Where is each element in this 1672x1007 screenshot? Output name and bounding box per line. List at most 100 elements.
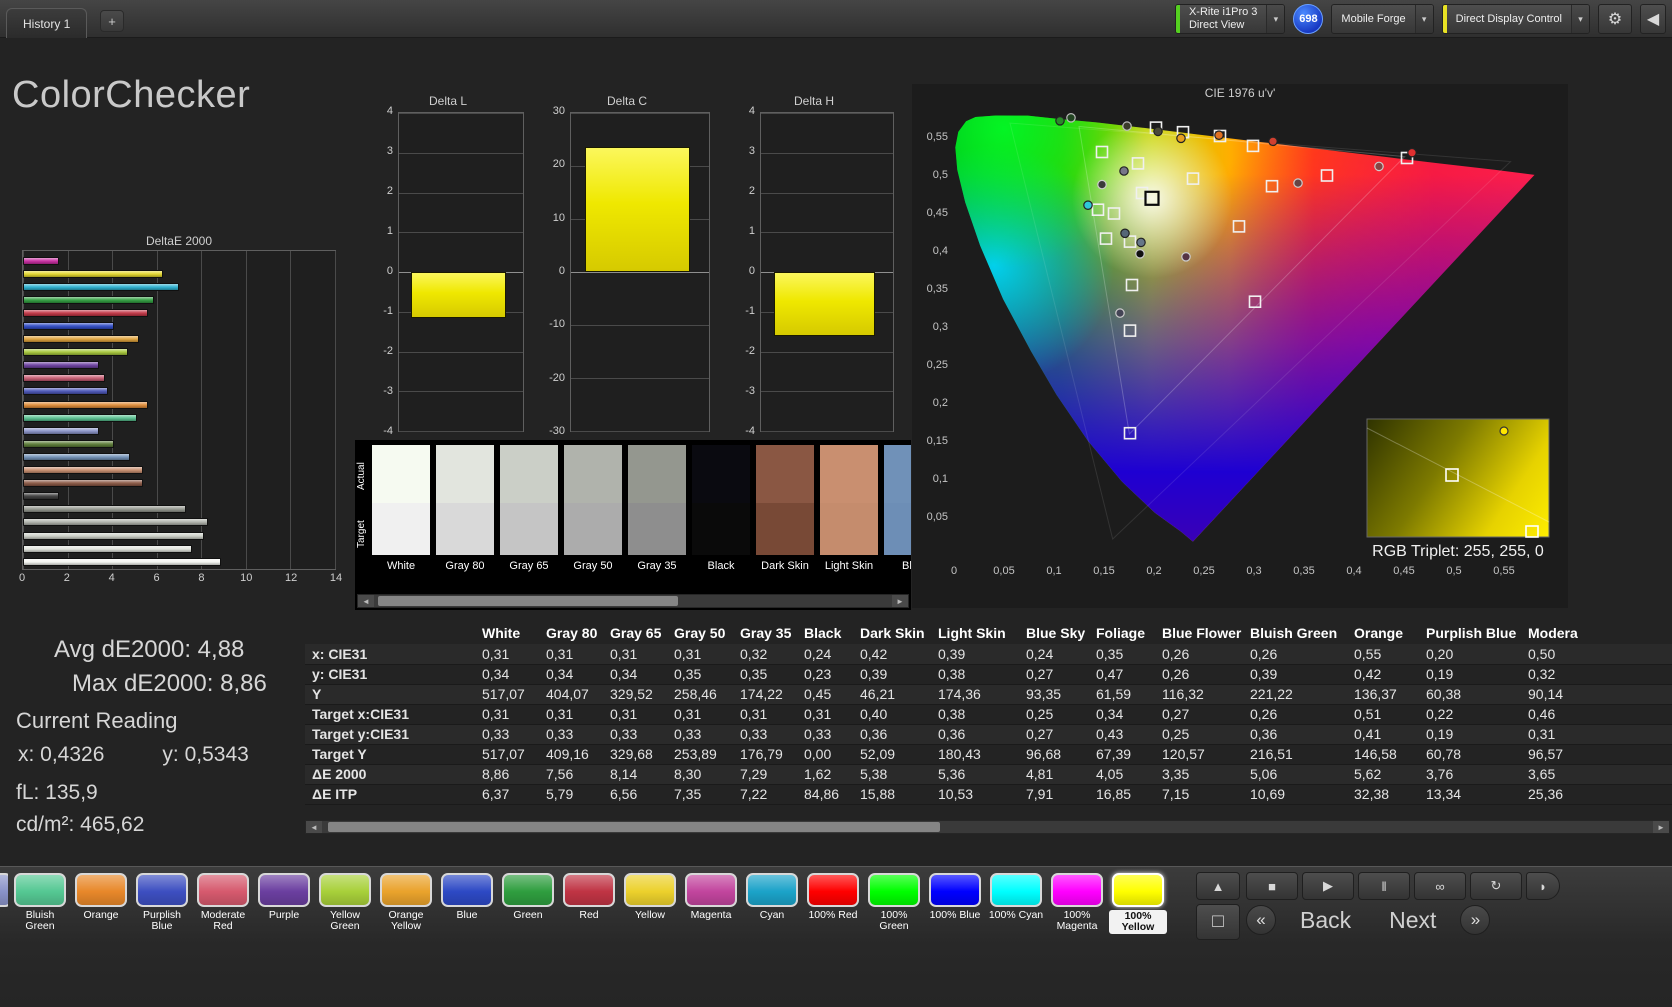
cie-measured-point — [1115, 308, 1125, 318]
cie-measured-point — [1374, 161, 1384, 172]
patch-button-purple[interactable]: Purple — [255, 873, 313, 934]
patch-button-blue[interactable]: Blue — [438, 873, 496, 934]
table-scrollbar[interactable]: ◄ ► — [305, 820, 1670, 834]
patch-button-100-cyan[interactable]: 100% Cyan — [987, 873, 1045, 934]
add-tab-button[interactable]: + — [100, 10, 124, 32]
pause-icon[interactable]: ‖ — [1358, 872, 1410, 900]
table-cell: 5,79 — [546, 786, 574, 802]
rgb-triplet-label: RGB Triplet: 255, 255, 0 — [1372, 543, 1544, 560]
patch-button-magenta[interactable]: Magenta — [682, 873, 740, 934]
cie-1976-diagram: CIE 1976 u'v' 0 0,05 0,1 0,15 0,2 0,25 0… — [912, 84, 1568, 608]
table-cell: 0,23 — [804, 666, 832, 682]
swatch-target — [500, 503, 558, 555]
gridline — [761, 232, 893, 234]
scroll-left-icon[interactable]: ◄ — [358, 595, 374, 607]
table-cell: 96,68 — [1026, 746, 1062, 762]
meter-dropdown[interactable]: X-Rite i1Pro 3 Direct View ▾ — [1174, 4, 1286, 34]
deltae-bar — [23, 308, 148, 317]
column-header: Foliage — [1096, 625, 1146, 641]
scroll-right-icon[interactable]: ► — [1653, 821, 1669, 833]
swatch-target — [436, 503, 494, 555]
swatch-scrollbar[interactable]: ◄ ► — [357, 594, 909, 608]
gridline — [761, 351, 893, 353]
scrollbar-track[interactable] — [322, 821, 1653, 833]
row-label-target: Target — [356, 520, 367, 548]
patch-button-yellow-green[interactable]: Yellow Green — [316, 873, 374, 934]
table-cell: 60,38 — [1426, 686, 1462, 702]
patch-window-icon[interactable]: □ — [1196, 904, 1240, 940]
patch-button-moderate-red[interactable]: Moderate Red — [194, 873, 252, 934]
table-cell: 4,05 — [1096, 766, 1124, 782]
axis-tick-label: 0,2 — [933, 397, 948, 409]
axis-tick-label: 0,1 — [1046, 565, 1061, 577]
play-icon[interactable]: ▶ — [1302, 872, 1354, 900]
axis-tick-label: 0,05 — [927, 511, 948, 523]
back-chevron-icon[interactable]: « — [1246, 905, 1276, 935]
column-header: Purplish Blue — [1426, 625, 1517, 641]
scroll-left-icon[interactable]: ◄ — [306, 821, 322, 833]
table-cell: 0,36 — [938, 726, 966, 742]
patch-button-orange[interactable]: Orange — [72, 873, 130, 934]
patch-button-100-green[interactable]: 100% Green — [865, 873, 923, 934]
gridline — [571, 272, 709, 273]
table-cell: 0,38 — [938, 666, 966, 682]
swatch-actual — [756, 445, 814, 503]
patch-button-100-blue[interactable]: 100% Blue — [926, 873, 984, 934]
deltae-bar-row — [23, 464, 335, 477]
table-cell: 5,06 — [1250, 766, 1278, 782]
max-de2000: Max dE2000: 8,86 — [72, 670, 267, 697]
patch-button-100-red[interactable]: 100% Red — [804, 873, 862, 934]
patch-button-100-yellow[interactable]: 100% Yellow — [1109, 873, 1167, 934]
row-label: Y — [312, 686, 322, 702]
table-cell: 0,24 — [804, 645, 832, 662]
column-header: Blue Flower — [1162, 625, 1242, 641]
collapse-panel-icon[interactable]: ◀ — [1640, 4, 1666, 34]
delta-l-plot-area — [398, 112, 524, 432]
tab-history-1[interactable]: History 1 — [6, 8, 88, 38]
back-button[interactable]: Back — [1286, 907, 1365, 934]
gear-icon[interactable]: ⚙ — [1598, 4, 1632, 34]
deltae-bar — [23, 466, 144, 475]
continuous-measure-icon[interactable]: ∞ — [1414, 872, 1466, 900]
patch-button-100-magenta[interactable]: 100% Magenta — [1048, 873, 1106, 934]
patch-label: Orange Yellow — [388, 910, 424, 932]
axis-tick-label: 0 — [951, 565, 957, 577]
deltae-bar-row — [23, 542, 335, 555]
axis-tick-label: 3 — [386, 145, 393, 157]
table-cell: 0,19 — [1426, 726, 1454, 742]
half-circle-icon[interactable]: ◗ — [1526, 872, 1560, 900]
eject-icon[interactable]: ▲ — [1196, 872, 1240, 900]
patch-button-green[interactable]: Green — [499, 873, 557, 934]
display-control-dropdown[interactable]: Direct Display Control ▾ — [1441, 4, 1590, 34]
deltae-bar-row — [23, 555, 335, 568]
patch-button-purplish-blue[interactable]: Purplish Blue — [133, 873, 191, 934]
gridline — [399, 351, 523, 353]
scroll-right-icon[interactable]: ► — [892, 595, 908, 607]
table-cell: 0,19 — [1426, 666, 1454, 682]
table-cell: 0,25 — [1162, 726, 1190, 742]
loop-icon[interactable]: ↻ — [1470, 872, 1522, 900]
axis-tick-label: -3 — [745, 385, 755, 397]
table-header-row: White Gray 80 Gray 65 Gray 50 Gray 35 Black Da… — [305, 622, 1672, 644]
next-chevron-icon[interactable]: » — [1460, 905, 1491, 935]
patch-button-orange-yellow[interactable]: Orange Yellow — [377, 873, 435, 934]
row-label: Target y:CIE31 — [312, 726, 409, 742]
source-dropdown[interactable]: Mobile Forge ▾ — [1331, 4, 1434, 34]
patch-button-bluish-green[interactable]: Bluish Green — [11, 873, 69, 934]
chevron-down-icon[interactable]: ▾ — [1414, 5, 1433, 33]
patch-label: Yellow Green — [330, 910, 360, 932]
deltae-bar — [23, 531, 204, 540]
patch-button-ver[interactable]: ver — [0, 873, 8, 934]
chevron-down-icon[interactable]: ▾ — [1266, 5, 1285, 33]
scrollbar-track[interactable] — [374, 595, 892, 607]
chevron-down-icon[interactable]: ▾ — [1571, 5, 1589, 33]
next-button[interactable]: Next — [1375, 907, 1450, 934]
stop-icon[interactable]: ■ — [1246, 872, 1298, 900]
scrollbar-thumb[interactable] — [378, 596, 678, 606]
avg-de2000: Avg dE2000: 4,88 — [54, 636, 245, 663]
scrollbar-thumb[interactable] — [328, 822, 941, 832]
patch-button-red[interactable]: Red — [560, 873, 618, 934]
patch-button-cyan[interactable]: Cyan — [743, 873, 801, 934]
table-cell: 258,46 — [674, 686, 717, 702]
patch-button-yellow[interactable]: Yellow — [621, 873, 679, 934]
